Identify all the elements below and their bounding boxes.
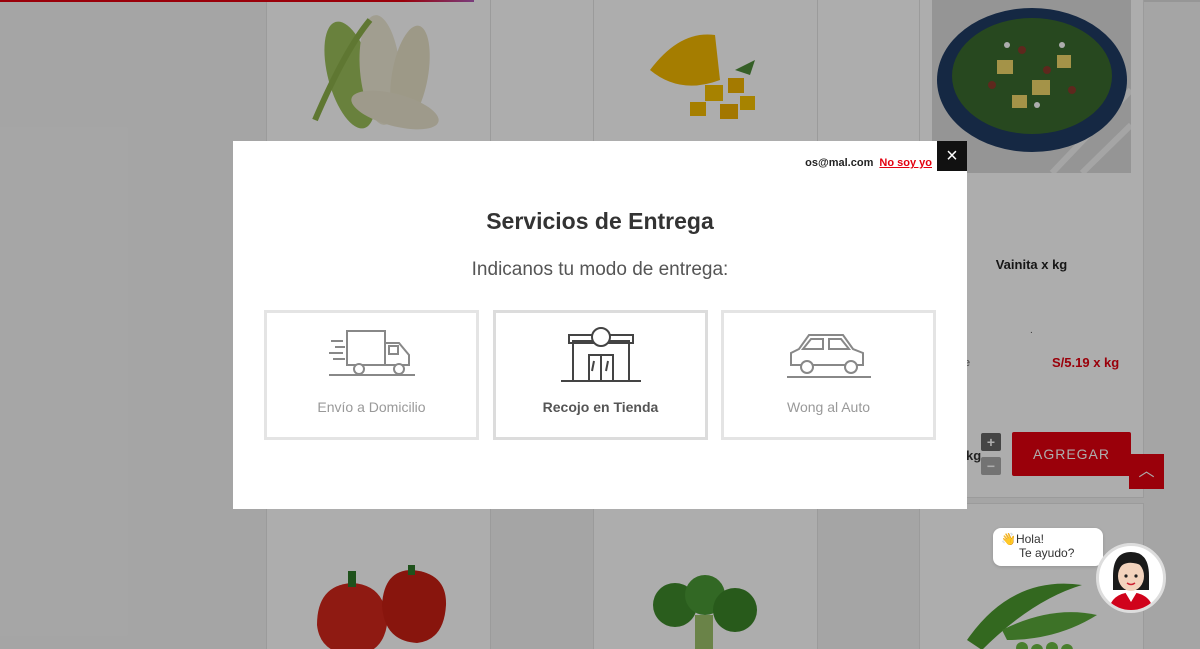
modal-title: Servicios de Entrega — [486, 208, 714, 234]
chat-assistant-avatar[interactable] — [1096, 543, 1166, 613]
option-store-pickup[interactable]: Recojo en Tienda — [493, 310, 708, 440]
wave-icon: 👋 — [1001, 532, 1016, 546]
chat-line-2: Te ayudo? — [1019, 546, 1075, 560]
delivery-truck-icon — [328, 330, 415, 376]
delivery-service-modal: os@mal.com No soy yo × Servicios de Entr… — [233, 141, 967, 509]
option-car-pickup[interactable]: Wong al Auto — [721, 310, 936, 440]
user-info: os@mal.com No soy yo — [805, 157, 932, 169]
option-home-delivery[interactable]: Envío a Domicilio — [264, 310, 479, 440]
chat-greeting-bubble[interactable]: 👋Hola! Te ayudo? — [993, 528, 1103, 566]
option-label: Wong al Auto — [786, 399, 871, 415]
store-pickup-icon — [560, 327, 641, 382]
not-me-link[interactable]: No soy yo — [879, 157, 932, 169]
user-email: os@mal.com — [805, 157, 874, 169]
option-label: Envío a Domicilio — [317, 399, 426, 415]
close-icon[interactable]: × — [937, 141, 967, 171]
modal-subtitle: Indicanos tu modo de entrega: — [471, 259, 729, 280]
chat-line-1: Hola! — [1015, 532, 1044, 546]
car-icon — [786, 334, 871, 378]
option-label: Recojo en Tienda — [542, 399, 659, 415]
assistant-avatar-icon — [1109, 552, 1153, 610]
